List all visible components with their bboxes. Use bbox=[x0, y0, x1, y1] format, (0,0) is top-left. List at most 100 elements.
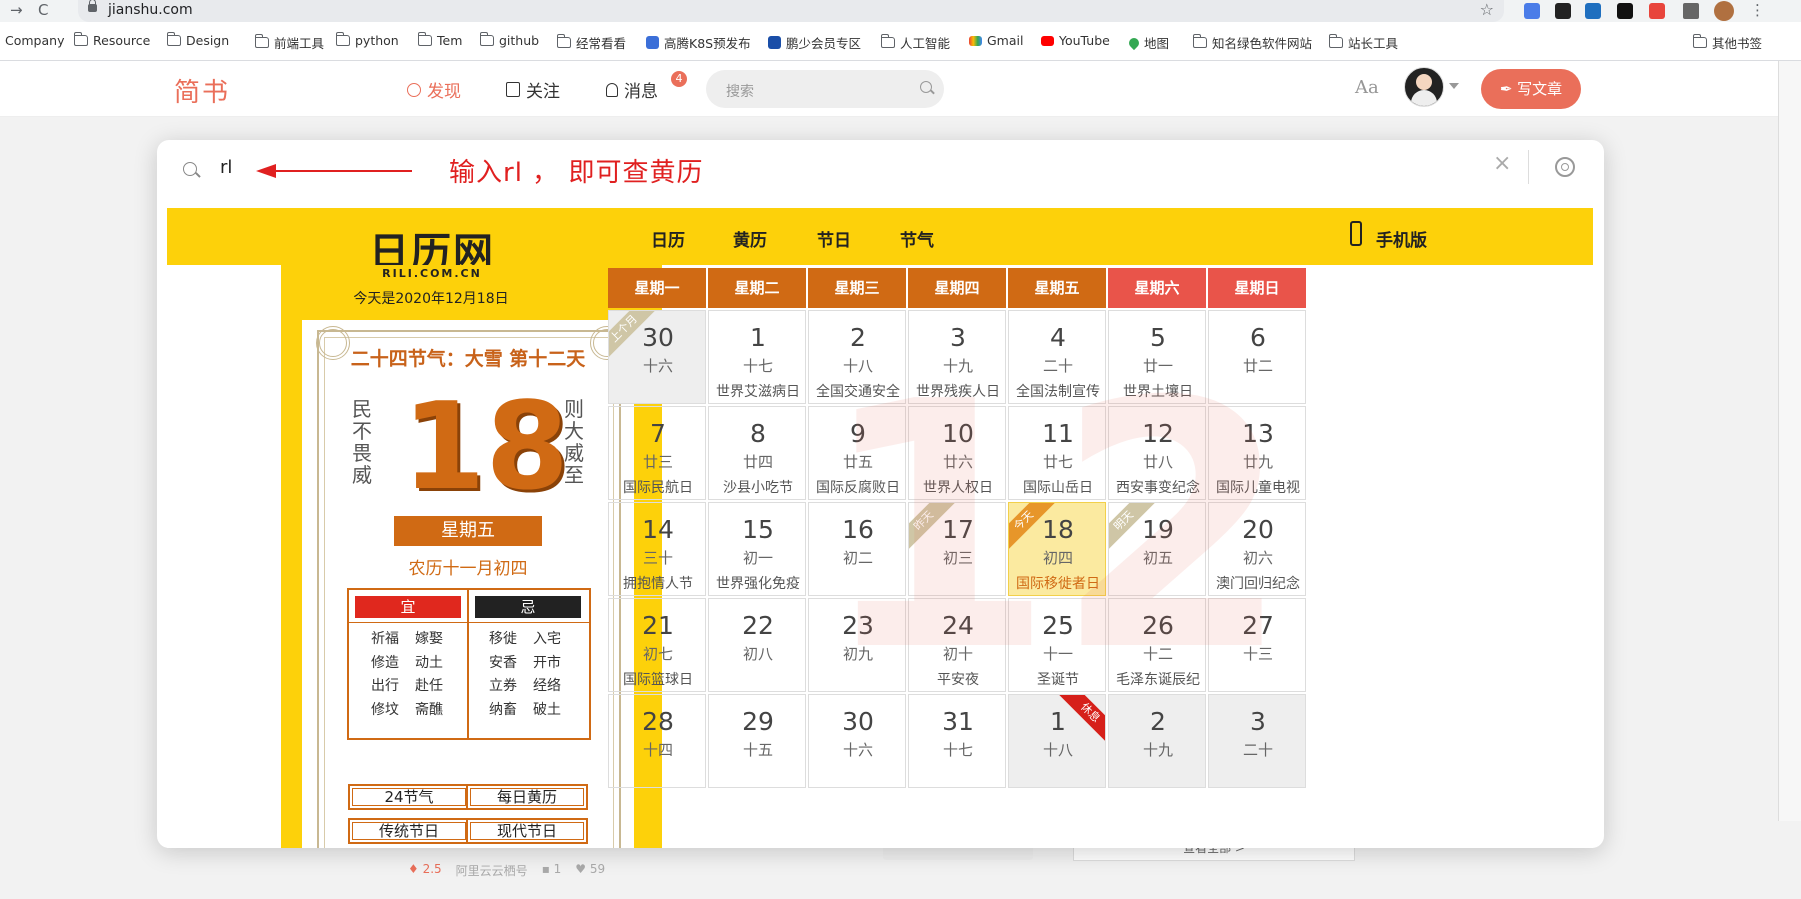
mobile-version-link[interactable]: 手机版 bbox=[1376, 226, 1427, 251]
user-avatar[interactable] bbox=[1404, 67, 1444, 107]
calendar-day[interactable]: 24 初十 平安夜 bbox=[908, 598, 1006, 692]
calendar-day[interactable]: 21 初七 国际篮球日 bbox=[608, 598, 706, 692]
ji-item: 开市 bbox=[533, 655, 561, 671]
reload-icon[interactable]: C bbox=[38, 1, 48, 19]
extension-icon[interactable] bbox=[1585, 3, 1601, 19]
rili-nav-festival[interactable]: 节日 bbox=[817, 226, 851, 251]
bookmark-item[interactable]: Resource bbox=[73, 32, 150, 48]
search-icon[interactable] bbox=[920, 81, 932, 93]
bookmark-item[interactable]: github bbox=[479, 32, 539, 48]
calendar-day[interactable]: 12 廿八 西安事变纪念 bbox=[1108, 406, 1206, 500]
calendar-day[interactable]: 4 二十 全国法制宣传 bbox=[1008, 310, 1106, 404]
calendar-day[interactable]: 1 十七 世界艾滋病日 bbox=[708, 310, 806, 404]
calendar-day[interactable]: 27 十三 bbox=[1208, 598, 1306, 692]
extension-icon[interactable] bbox=[1524, 3, 1540, 19]
calendar-day[interactable]: 31 十七 bbox=[908, 694, 1006, 788]
nav-follow[interactable]: 关注 bbox=[506, 77, 560, 102]
bookmark-item[interactable]: python bbox=[335, 32, 399, 48]
menu-icon[interactable]: ⋮ bbox=[1750, 1, 1765, 19]
calendar-day[interactable]: 5 廿一 世界土壤日 bbox=[1108, 310, 1206, 404]
lunar-day: 十二 bbox=[1142, 645, 1173, 663]
daily-almanac-button[interactable]: 每日黄历 bbox=[466, 784, 588, 810]
calendar-day[interactable]: 20 初六 澳门回归纪念 bbox=[1208, 502, 1306, 596]
phone-icon[interactable] bbox=[1350, 221, 1362, 246]
calendar-day[interactable]: 8 廿四 沙县小吃节 bbox=[708, 406, 806, 500]
book-icon bbox=[506, 82, 520, 97]
lock-icon bbox=[88, 0, 97, 12]
bookmark-item[interactable]: YouTube bbox=[1041, 33, 1110, 48]
extension-icon[interactable] bbox=[1617, 3, 1633, 19]
calendar-day[interactable]: 15 初一 世界强化免疫 bbox=[708, 502, 806, 596]
bookmark-item[interactable]: 鹏少会员专区 bbox=[768, 33, 861, 52]
gear-icon[interactable] bbox=[1555, 157, 1575, 177]
close-icon[interactable]: × bbox=[1493, 151, 1511, 176]
calendar-day[interactable]: 14 三十 拥抱情人节 bbox=[608, 502, 706, 596]
address-bar[interactable]: jianshu.com ☆ bbox=[78, 0, 1504, 22]
profile-avatar[interactable] bbox=[1714, 1, 1734, 21]
gmail-icon bbox=[969, 35, 982, 46]
chevron-down-icon[interactable] bbox=[1449, 83, 1459, 89]
bookmark-item[interactable]: Tem bbox=[417, 32, 462, 48]
calendar-day[interactable]: 10 廿六 世界人权日 bbox=[908, 406, 1006, 500]
nav-messages[interactable]: 消息 bbox=[606, 77, 658, 102]
launcher-query-input[interactable]: rl bbox=[220, 157, 232, 178]
calendar-day[interactable]: 26 十二 毛泽东诞辰纪 bbox=[1108, 598, 1206, 692]
calendar-day[interactable]: 13 廿九 国际儿童电视 bbox=[1208, 406, 1306, 500]
calendar-day[interactable]: 7 廿三 国际民航日 bbox=[608, 406, 706, 500]
calendar-day[interactable]: 2 十九 bbox=[1108, 694, 1206, 788]
puzzle-icon[interactable] bbox=[1683, 3, 1699, 19]
map-pin-icon bbox=[1126, 35, 1142, 50]
bookmark-item[interactable]: 站长工具 bbox=[1328, 33, 1398, 52]
calendar-day[interactable]: 22 初八 bbox=[708, 598, 806, 692]
calendar-day[interactable]: 1 十八 休息 bbox=[1008, 694, 1106, 788]
calendar-day[interactable]: 3 十九 世界残疾人日 bbox=[908, 310, 1006, 404]
search-icon bbox=[183, 162, 197, 176]
font-size-button[interactable]: Aa bbox=[1355, 77, 1379, 98]
calendar-day[interactable]: 25 十一 圣诞节 bbox=[1008, 598, 1106, 692]
rili-nav-almanac[interactable]: 黄历 bbox=[733, 226, 767, 251]
calendar-day[interactable]: 30 十六 上个月 bbox=[608, 310, 706, 404]
calendar-day[interactable]: 17 初三 昨天 bbox=[908, 502, 1006, 596]
calendar-day[interactable]: 28 十四 bbox=[608, 694, 706, 788]
bookmark-item[interactable]: Company bbox=[5, 33, 64, 48]
bookmark-item[interactable]: Design bbox=[166, 32, 229, 48]
bookmark-item[interactable]: 经常看看 bbox=[556, 33, 626, 52]
site-logo[interactable]: 简书 bbox=[174, 72, 230, 109]
extension-icon[interactable] bbox=[1555, 3, 1571, 19]
bookmark-item[interactable]: 知名绿色软件网站 bbox=[1192, 33, 1312, 52]
calendar-day[interactable]: 29 十五 bbox=[708, 694, 806, 788]
calendar-day[interactable]: 30 十六 bbox=[808, 694, 906, 788]
lunar-day: 十六 bbox=[842, 741, 873, 759]
bookmark-item[interactable]: 地图 bbox=[1126, 33, 1169, 52]
rili-nav-solar-term[interactable]: 节气 bbox=[900, 226, 934, 251]
calendar-day[interactable]: 6 廿二 bbox=[1208, 310, 1306, 404]
hot-score: ♦ 2.5 bbox=[408, 862, 442, 876]
bookmark-item[interactable]: 前端工具 bbox=[254, 33, 324, 52]
bookmark-item[interactable]: Gmail bbox=[969, 33, 1023, 48]
modern-festivals-button[interactable]: 现代节日 bbox=[466, 818, 588, 844]
calendar-day[interactable]: 16 初二 bbox=[808, 502, 906, 596]
calendar-day[interactable]: 11 廿七 国际山岳日 bbox=[1008, 406, 1106, 500]
write-article-button[interactable]: ✒ 写文章 bbox=[1481, 69, 1581, 109]
other-bookmarks[interactable]: 其他书签 bbox=[1692, 33, 1762, 52]
calendar-day[interactable]: 19 初五 明天 bbox=[1108, 502, 1206, 596]
bookmark-item[interactable]: 高腾K8S预发布 bbox=[646, 33, 751, 52]
bookmark-star-icon[interactable]: ☆ bbox=[1480, 0, 1494, 19]
traditional-festivals-button[interactable]: 传统节日 bbox=[348, 818, 470, 844]
article-source[interactable]: 阿里云云栖号 bbox=[456, 862, 528, 879]
solar-terms-button[interactable]: 24节气 bbox=[348, 784, 470, 810]
calendar-day-today[interactable]: 18 初四 国际移徙者日 今天 bbox=[1008, 502, 1106, 596]
nav-discover[interactable]: 发现 bbox=[407, 77, 461, 102]
bookmark-item[interactable]: 人工智能 bbox=[880, 33, 950, 52]
back-forward-icon[interactable]: → bbox=[10, 1, 23, 19]
calendar-day[interactable]: 2 十八 全国交通安全 bbox=[808, 310, 906, 404]
calendar-day[interactable]: 3 二十 bbox=[1208, 694, 1306, 788]
extension-icon[interactable] bbox=[1649, 3, 1665, 19]
yi-label: 宜 bbox=[355, 596, 461, 618]
day-number: 16 bbox=[842, 515, 874, 544]
calendar-day[interactable]: 23 初九 bbox=[808, 598, 906, 692]
rili-nav-calendar[interactable]: 日历 bbox=[651, 226, 685, 251]
calendar-day[interactable]: 9 廿五 国际反腐败日 bbox=[808, 406, 906, 500]
search-input[interactable]: 搜索 bbox=[706, 70, 944, 108]
today-date-text: 今天是2020年12月18日 bbox=[353, 291, 509, 307]
